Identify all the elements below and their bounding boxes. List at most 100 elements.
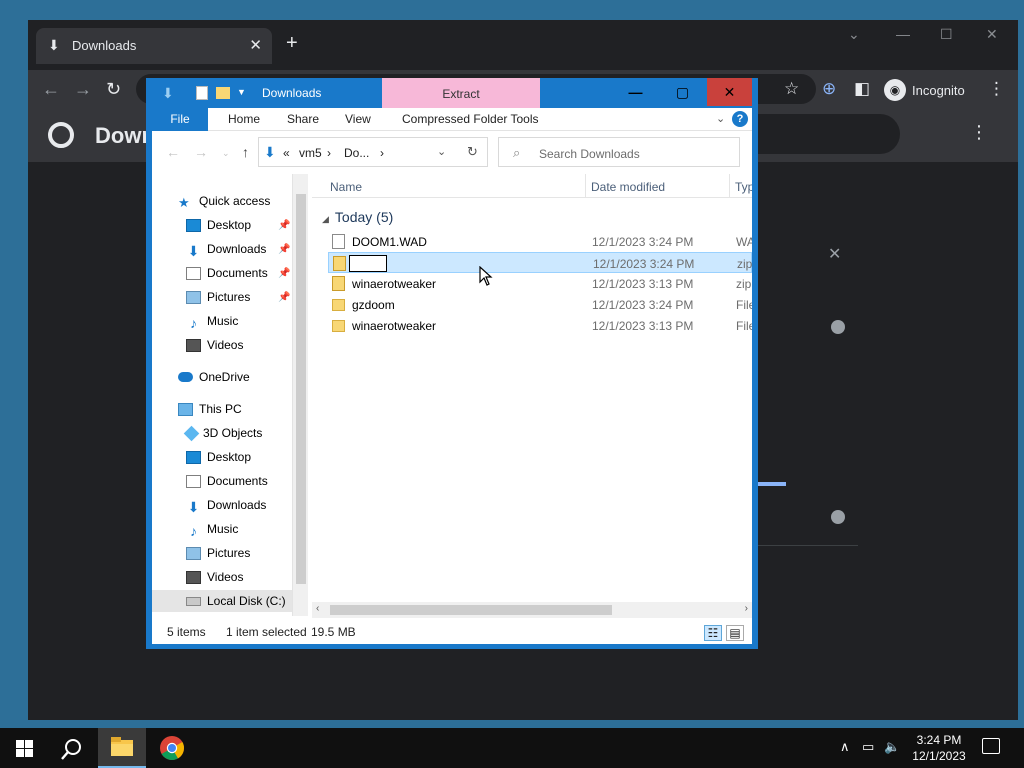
volume-muted-icon[interactable]: 🔈 [884, 739, 900, 755]
ribbon-tab-home[interactable]: Home [228, 108, 260, 131]
file-row-doom1-wad[interactable]: DOOM1.WAD 12/1/2023 3:24 PM WA [328, 231, 752, 252]
pin-icon[interactable]: 📌 [278, 292, 290, 303]
ribbon-tab-view[interactable]: View [345, 108, 371, 131]
recent-locations-icon[interactable]: ⌄ [222, 148, 230, 159]
refresh-icon[interactable]: ↻ [467, 144, 478, 160]
nav-quick-documents[interactable]: Documents 📌 [186, 262, 290, 284]
address-separator[interactable]: › [327, 146, 331, 160]
file-row-gzdoom-folder[interactable]: gzdoom 12/1/2023 3:24 PM File [328, 294, 752, 315]
chrome-close-button[interactable]: ✕ [986, 26, 998, 43]
group-header-today[interactable]: ◢ Today (5) [322, 209, 393, 225]
taskbar-search-icon[interactable] [60, 737, 84, 761]
up-arrow-icon[interactable]: ↑ [242, 144, 249, 160]
address-separator-2[interactable]: › [380, 146, 384, 160]
address-segment-downloads[interactable]: Do... [344, 146, 369, 160]
explorer-minimize-button[interactable]: — [613, 78, 658, 106]
ribbon-tab-share[interactable]: Share [287, 108, 319, 131]
nav-pc-local-disk[interactable]: Local Disk (C:) [152, 590, 292, 612]
side-panel-icon[interactable]: ◧ [854, 79, 870, 99]
address-dropdown-icon[interactable]: ⌄ [437, 145, 446, 158]
back-arrow-icon[interactable]: ← [166, 144, 180, 160]
nav-quick-desktop[interactable]: Desktop 📌 [186, 214, 290, 236]
file-row-winaerotweaker-folder[interactable]: winaerotweaker 12/1/2023 3:13 PM File [328, 315, 752, 336]
nav-quick-music[interactable]: ♪ Music [186, 310, 238, 332]
new-tab-button[interactable]: + [286, 32, 298, 55]
tab-search-icon[interactable]: ⌄ [848, 26, 860, 43]
remove-download-icon[interactable]: ✕ [828, 244, 841, 264]
properties-icon[interactable] [196, 86, 208, 100]
pin-icon[interactable]: 📌 [278, 268, 290, 279]
chrome-taskbar-button[interactable] [148, 728, 196, 768]
nav-this-pc[interactable]: This PC [178, 398, 242, 420]
column-type[interactable]: Typ [735, 180, 752, 194]
nav-onedrive[interactable]: OneDrive [178, 366, 250, 388]
expand-ribbon-icon[interactable]: ⌄ [716, 112, 725, 125]
column-date-modified[interactable]: Date modified [591, 180, 665, 194]
nav-quick-downloads[interactable]: ⬇ Downloads 📌 [186, 238, 291, 260]
customize-toolbar-icon[interactable]: ▼ [237, 87, 246, 97]
nav-pc-pictures[interactable]: Pictures [186, 542, 250, 564]
explorer-close-button[interactable]: ✕ [707, 78, 752, 106]
ribbon-tab-file[interactable]: File [152, 108, 208, 131]
nav-quick-pictures[interactable]: Pictures 📌 [186, 286, 290, 308]
file-row-winaerotweaker-zip[interactable]: winaerotweaker 12/1/2023 3:13 PM zip [328, 273, 752, 294]
downloads-search-box[interactable] [738, 114, 900, 154]
nav-quick-videos[interactable]: Videos [186, 334, 243, 356]
new-folder-icon[interactable] [216, 87, 230, 99]
pin-icon[interactable]: 📌 [278, 220, 290, 231]
taskbar-clock[interactable]: 3:24 PM 12/1/2023 [902, 732, 976, 764]
details-view-icon[interactable]: ☷ [704, 625, 722, 641]
nav-pc-music[interactable]: ♪ Music [186, 518, 238, 540]
chrome-minimize-button[interactable]: — [896, 26, 910, 42]
navigation-scrollbar[interactable] [292, 174, 308, 616]
scroll-left-icon[interactable]: ‹ [316, 603, 319, 614]
downloads-toolbar-icon[interactable]: ⊕ [822, 79, 836, 99]
address-overflow[interactable]: « [283, 146, 290, 160]
back-icon[interactable]: ← [42, 79, 60, 100]
scrollbar-thumb[interactable] [330, 605, 612, 615]
nav-quick-access[interactable]: ★ Quick access [178, 190, 270, 212]
nav-pc-downloads[interactable]: ⬇ Downloads [186, 494, 267, 516]
nav-pc-videos[interactable]: Videos [186, 566, 243, 588]
file-explorer-taskbar-button[interactable] [98, 728, 146, 768]
column-separator[interactable] [729, 174, 730, 198]
nav-pc-3d-objects[interactable]: 3D Objects [183, 422, 262, 444]
collapse-icon[interactable]: ◢ [322, 214, 329, 224]
explorer-titlebar[interactable]: ⬇ ▼ Downloads Extract — ▢ ✕ [146, 78, 758, 108]
explorer-maximize-button[interactable]: ▢ [660, 78, 705, 106]
file-row-selected-zip[interactable]: 12/1/2023 3:24 PM zip [328, 252, 752, 273]
network-icon[interactable]: ▭ [862, 739, 874, 755]
incognito-indicator[interactable]: ◉ Incognito [884, 77, 965, 103]
large-icons-view-icon[interactable]: ▤ [726, 625, 744, 641]
column-separator[interactable] [585, 174, 586, 198]
bookmark-star-icon[interactable]: ☆ [784, 79, 799, 99]
pin-icon[interactable]: 📌 [278, 244, 290, 255]
group-label: Today (5) [334, 209, 394, 225]
address-segment-vm5[interactable]: vm5 [299, 146, 322, 160]
extract-context-tab[interactable]: Extract [382, 78, 540, 108]
action-center-icon[interactable] [982, 738, 1000, 754]
windows-start-icon[interactable] [16, 740, 33, 757]
forward-icon[interactable]: → [74, 79, 92, 100]
chrome-maximize-button[interactable]: ☐ [940, 26, 953, 43]
rename-input[interactable] [349, 255, 387, 272]
chrome-menu-icon[interactable]: ⋮ [988, 79, 1005, 99]
page-menu-icon[interactable]: ⋮ [970, 122, 988, 143]
chrome-tabstrip: ⬇ Downloads ✕ + ⌄ — ☐ ✕ [28, 20, 1018, 70]
forward-arrow-icon[interactable]: → [194, 144, 208, 160]
nav-pc-documents[interactable]: Documents [186, 470, 268, 492]
nav-pc-desktop[interactable]: Desktop [186, 446, 251, 468]
chrome-tab-downloads[interactable]: ⬇ Downloads ✕ [36, 28, 272, 64]
close-tab-icon[interactable]: ✕ [249, 36, 262, 54]
scroll-right-icon[interactable]: › [745, 603, 748, 614]
scrollbar-thumb[interactable] [296, 194, 306, 584]
column-name[interactable]: Name [330, 180, 362, 194]
address-bar[interactable]: ⬇ « vm5 › Do... › ⌄ ↻ [258, 137, 488, 167]
show-hidden-icons-icon[interactable]: ∧ [840, 739, 850, 755]
search-box[interactable]: ⌕ Search Downloads [498, 137, 740, 167]
reload-icon[interactable]: ↻ [106, 79, 121, 100]
documents-icon [186, 474, 201, 488]
file-list-horizontal-scrollbar[interactable]: ‹ › [312, 602, 752, 618]
help-icon[interactable]: ? [732, 111, 748, 127]
ribbon-tab-compressed-folder-tools[interactable]: Compressed Folder Tools [402, 108, 539, 131]
